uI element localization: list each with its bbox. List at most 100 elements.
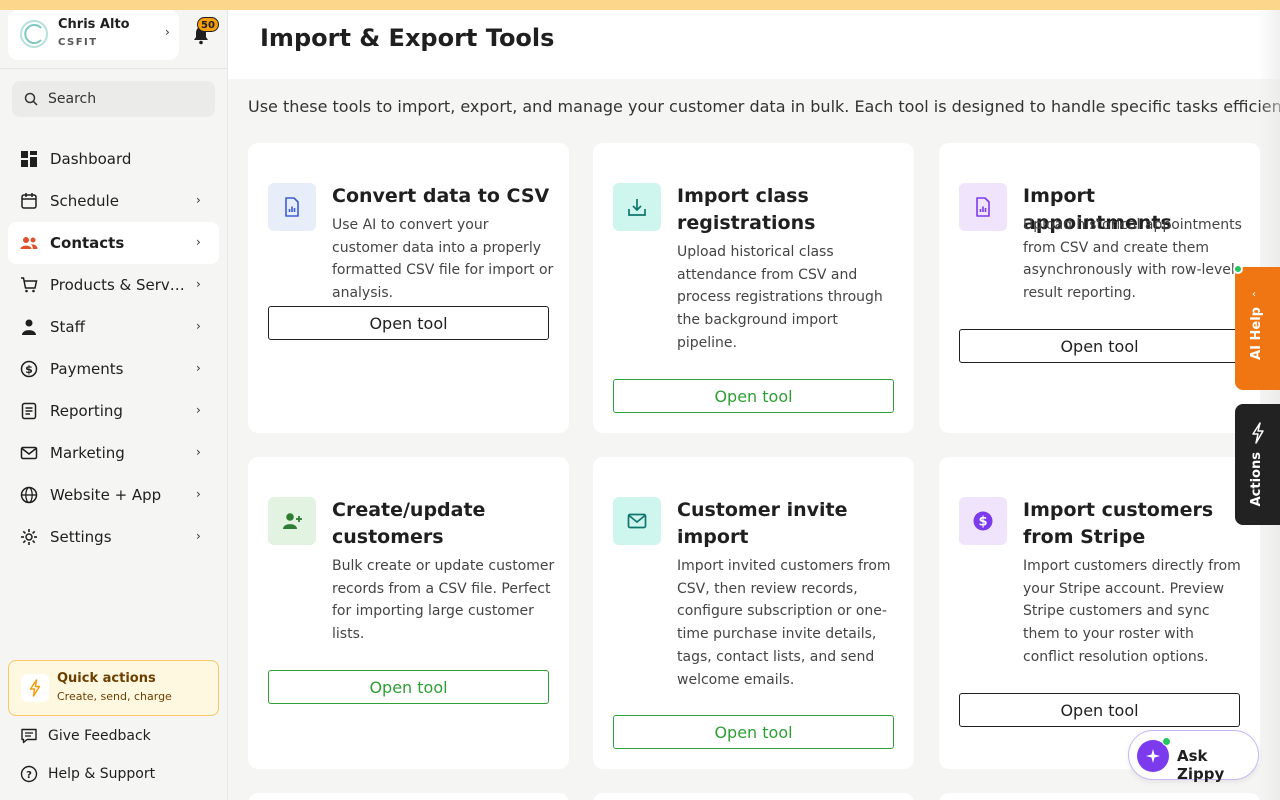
tool-card-create-update-customers: Create/update customers Bulk create or u… <box>248 457 569 769</box>
sidebar-item-website-app[interactable]: Website + App › <box>8 474 219 516</box>
chevron-right-icon: › <box>196 529 201 543</box>
tool-card-convert-csv: Convert data to CSV Use AI to convert yo… <box>248 143 569 433</box>
card-description: Bulk create or update customer records f… <box>332 558 555 643</box>
sidebar-item-schedule[interactable]: Schedule › <box>8 180 219 222</box>
give-feedback-label: Give Feedback <box>48 728 151 744</box>
tool-card-partial <box>248 793 569 800</box>
sidebar-item-staff[interactable]: Staff › <box>8 306 219 348</box>
calendar-icon <box>21 193 37 209</box>
help-support-label: Help & Support <box>48 766 156 782</box>
user-plus-icon <box>268 497 316 545</box>
cart-icon <box>21 277 38 293</box>
ask-zippy-label: Ask Zippy <box>1177 747 1225 783</box>
notification-badge: 50 <box>197 17 219 32</box>
sidebar-item-reporting[interactable]: Reporting › <box>8 390 219 432</box>
sidebar-item-label: Products & Servi... <box>50 276 185 294</box>
sidebar-item-label: Payments <box>50 360 124 378</box>
tool-card-partial <box>939 793 1260 800</box>
open-tool-button[interactable]: Open tool <box>613 379 894 413</box>
profile-switcher[interactable]: Chris Alto CSFIT › <box>8 10 179 60</box>
search-icon <box>24 92 38 106</box>
card-title: Customer invite import <box>677 499 848 548</box>
chevron-left-icon: ‹ <box>1252 289 1256 300</box>
card-description: Import customers directly from your Stri… <box>1023 558 1241 665</box>
sidebar-divider <box>0 68 228 69</box>
page-intro: Use these tools to import, export, and m… <box>248 97 1280 116</box>
tool-card-customer-invite-import: Customer invite import Import invited cu… <box>593 457 914 769</box>
top-banner-strip <box>0 0 1280 10</box>
feedback-icon <box>21 728 37 744</box>
sidebar-item-marketing[interactable]: Marketing › <box>8 432 219 474</box>
chevron-right-icon: › <box>196 361 201 375</box>
card-title: Import class registrations <box>677 185 816 234</box>
help-support-link[interactable]: ? Help & Support <box>20 762 155 786</box>
card-description: Use AI to convert your customer data int… <box>332 217 554 302</box>
svg-text:$: $ <box>25 363 33 376</box>
ask-zippy-button[interactable]: Ask Zippy <box>1128 730 1259 783</box>
chevron-right-icon: › <box>196 487 201 501</box>
main-content: Import & Export Tools Use these tools to… <box>228 10 1280 800</box>
tool-card-import-class-registrations: Import class registrations Upload histor… <box>593 143 914 433</box>
open-tool-button[interactable]: Open tool <box>268 306 549 340</box>
give-feedback-link[interactable]: Give Feedback <box>20 724 151 748</box>
report-icon <box>21 402 37 420</box>
brand-logo-icon <box>20 20 48 48</box>
sidebar-item-label: Schedule <box>50 192 119 210</box>
chevron-right-icon: › <box>196 445 201 459</box>
ai-help-tab[interactable]: ‹ AI Help <box>1235 267 1280 390</box>
status-dot <box>1162 737 1171 746</box>
document-chart-icon <box>959 183 1007 231</box>
actions-tab[interactable]: Actions <box>1235 404 1280 525</box>
sidebar-item-contacts[interactable]: Contacts › <box>8 222 219 264</box>
card-description: Upload historical class attendance from … <box>677 244 883 351</box>
open-tool-button[interactable]: Open tool <box>613 715 894 749</box>
search-input[interactable] <box>48 81 208 117</box>
sidebar-nav: Dashboard Schedule › Contacts › Products… <box>8 138 219 558</box>
tool-card-partial <box>593 793 914 800</box>
card-description: Upload historical appointments from CSV … <box>1023 217 1242 302</box>
dollar-circle-icon: $ <box>959 497 1007 545</box>
sidebar-item-settings[interactable]: Settings › <box>8 516 219 558</box>
profile-name: Chris Alto <box>58 17 130 32</box>
card-title: Convert data to CSV <box>332 185 550 207</box>
dollar-icon: $ <box>20 360 38 378</box>
sidebar-item-label: Dashboard <box>50 150 132 168</box>
sidebar-item-payments[interactable]: $ Payments › <box>8 348 219 390</box>
open-tool-button[interactable]: Open tool <box>959 329 1240 363</box>
chevron-right-icon: › <box>196 319 201 333</box>
sidebar-item-label: Settings <box>50 528 112 546</box>
sidebar: Chris Alto CSFIT › 50 Dashboard Schedule… <box>0 10 228 800</box>
svg-text:?: ? <box>26 770 32 781</box>
tool-card-import-appointments: Import appointments Upload historical ap… <box>939 143 1260 433</box>
lightning-icon <box>21 674 49 702</box>
card-description: Import invited customers from CSV, then … <box>677 558 891 688</box>
globe-icon <box>20 486 38 504</box>
sidebar-item-products-services[interactable]: Products & Servi... › <box>8 264 219 306</box>
document-chart-icon <box>268 183 316 231</box>
quick-actions-title: Quick actions <box>57 671 156 686</box>
actions-label: Actions <box>1249 452 1264 507</box>
chevron-right-icon: › <box>165 25 170 39</box>
chevron-right-icon: › <box>196 403 201 417</box>
quick-actions-button[interactable]: Quick actions Create, send, charge <box>8 660 219 716</box>
tool-card-import-stripe: $ Import customers from Stripe Import cu… <box>939 457 1260 769</box>
open-tool-button[interactable]: Open tool <box>268 670 549 704</box>
card-title: Import customers from Stripe <box>1023 499 1214 548</box>
page-header: Import & Export Tools <box>228 10 1280 79</box>
open-tool-button[interactable]: Open tool <box>959 693 1240 727</box>
chevron-right-icon: › <box>196 235 201 249</box>
page-title: Import & Export Tools <box>260 24 555 52</box>
help-icon: ? <box>20 765 38 783</box>
quick-actions-subtitle: Create, send, charge <box>57 690 172 703</box>
person-icon <box>22 319 36 335</box>
chevron-right-icon: › <box>196 193 201 207</box>
card-title: Create/update customers <box>332 499 486 548</box>
sidebar-item-dashboard[interactable]: Dashboard <box>8 138 219 180</box>
users-icon <box>20 237 38 249</box>
grid-icon <box>21 151 37 167</box>
profile-org: CSFIT <box>58 37 98 48</box>
sidebar-item-label: Website + App <box>50 486 162 504</box>
ai-help-label: AI Help <box>1249 307 1264 360</box>
sidebar-item-label: Staff <box>50 318 85 336</box>
search-box <box>12 81 215 117</box>
